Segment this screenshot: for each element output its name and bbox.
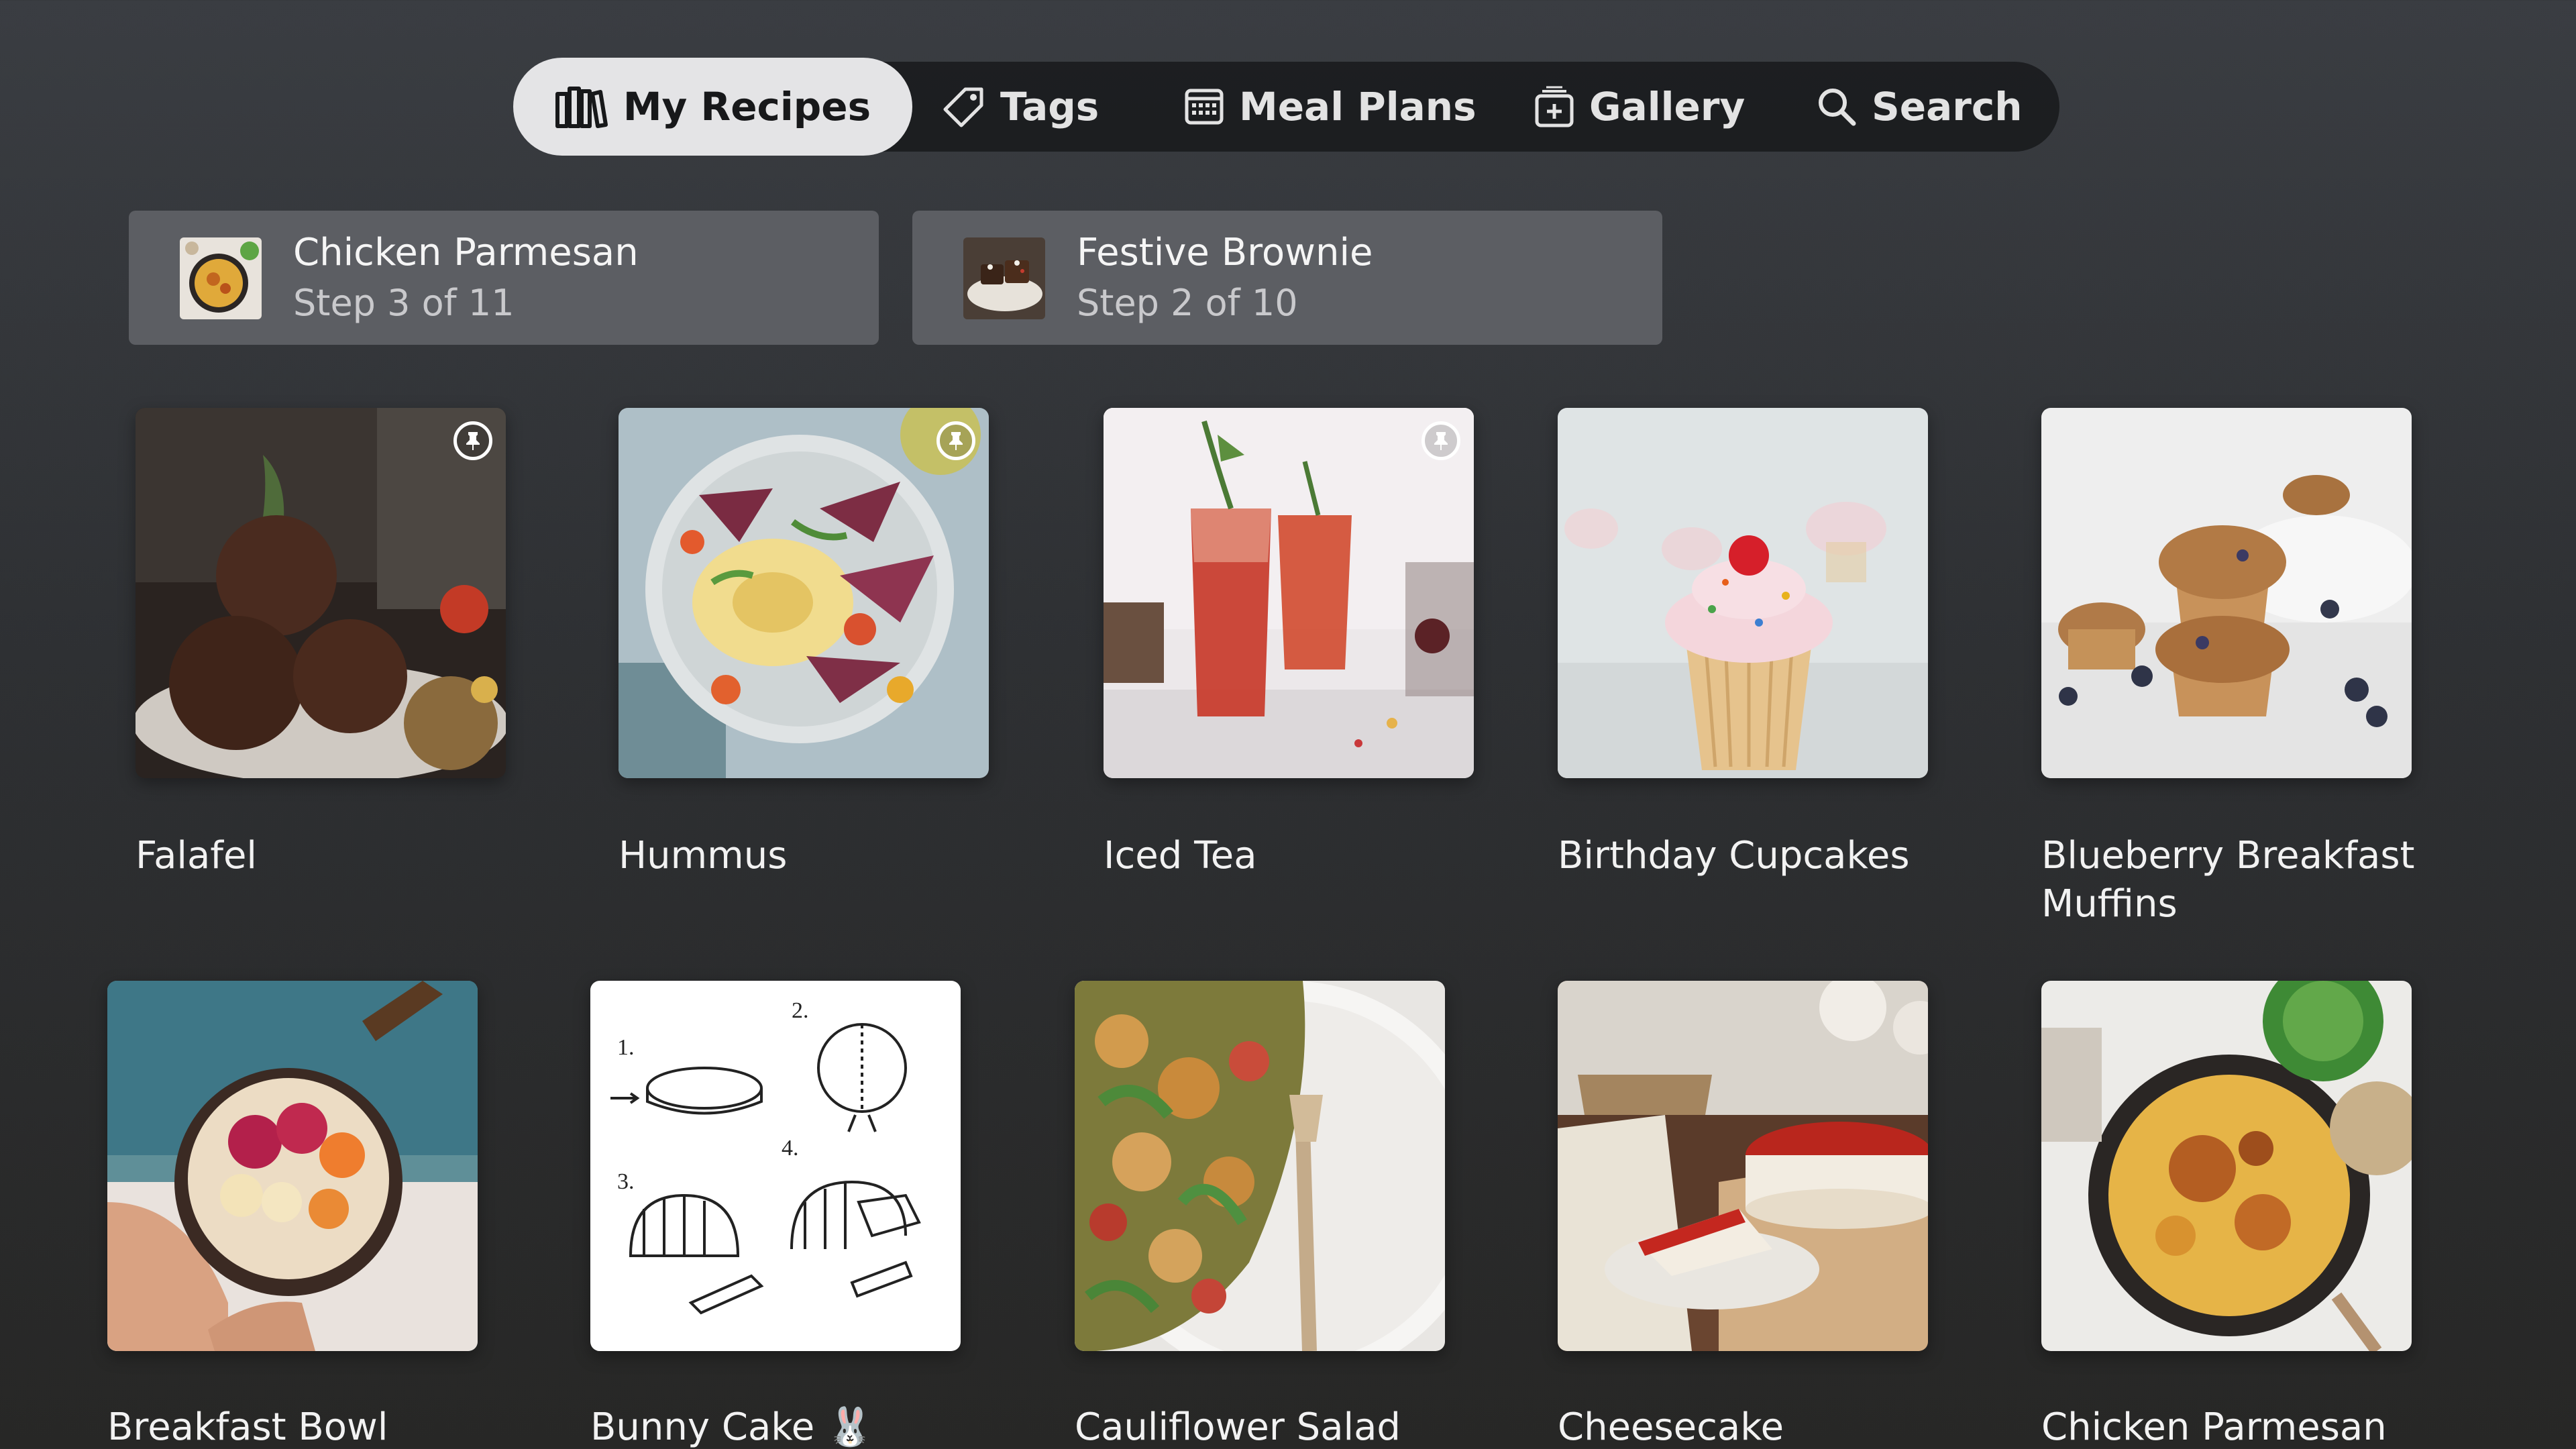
pin-icon[interactable]: [936, 421, 975, 460]
tab-label: Gallery: [1589, 84, 1746, 129]
recipe-tile-cheesecake[interactable]: [1558, 981, 1928, 1351]
recipe-image: [1558, 408, 1928, 778]
recipe-name: Falafel: [136, 834, 257, 877]
recipe-tile-blueberry-breakfast-muffins[interactable]: [2041, 408, 2412, 778]
tab-tags[interactable]: Tags: [943, 62, 1099, 152]
recipe-thumbnail: [963, 237, 1045, 319]
recipe-image: [136, 408, 506, 778]
recipe-tile-bunny-cake[interactable]: 1. 2. 3. 4.: [590, 981, 961, 1351]
tab-label: My Recipes: [623, 84, 871, 129]
gallery-icon: [1534, 85, 1574, 128]
recipe-tile-chicken-parmesan[interactable]: [2041, 981, 2412, 1351]
in-progress-card-chicken-parmesan[interactable]: Chicken Parmesan Step 3 of 11: [129, 211, 879, 345]
recipe-tile-cauliflower-salad[interactable]: [1075, 981, 1445, 1351]
recipe-image: [2041, 408, 2412, 778]
search-icon: [1817, 87, 1857, 127]
svg-text:3.: 3.: [617, 1169, 635, 1194]
recipe-name: Birthday Cupcakes: [1558, 834, 1910, 877]
top-tab-bar: My Recipes Tags Meal Plans Gallery Searc…: [513, 58, 2059, 156]
recipe-name: Bunny Cake 🐰: [590, 1405, 873, 1449]
recipe-name: Hummus: [619, 834, 788, 877]
pin-icon[interactable]: [453, 421, 492, 460]
calendar-icon: [1184, 88, 1224, 125]
recipe-image: [619, 408, 989, 778]
recipe-image: [1104, 408, 1474, 778]
recipe-image: [107, 981, 478, 1351]
recipe-image: [1558, 981, 1928, 1351]
recipe-name: Breakfast Bowl: [107, 1405, 388, 1449]
recipe-tile-breakfast-bowl[interactable]: [107, 981, 478, 1351]
tab-label: Tags: [1000, 84, 1099, 129]
svg-text:2.: 2.: [792, 998, 809, 1023]
recipe-tile-birthday-cupcakes[interactable]: [1558, 408, 1928, 778]
recipe-name: Chicken Parmesan: [2041, 1405, 2387, 1449]
recipe-name: Iced Tea: [1104, 834, 1257, 877]
tab-gallery[interactable]: Gallery: [1534, 62, 1745, 152]
recipe-image: [2041, 981, 2412, 1351]
recipe-tile-falafel[interactable]: [136, 408, 506, 778]
recipe-thumbnail: [180, 237, 262, 319]
svg-text:4.: 4.: [782, 1136, 799, 1161]
recipe-tile-iced-tea[interactable]: [1104, 408, 1474, 778]
tag-icon: [943, 85, 985, 128]
svg-text:1.: 1.: [617, 1035, 635, 1060]
in-progress-title: Festive Brownie: [1077, 231, 1373, 274]
tab-search[interactable]: Search: [1817, 62, 2023, 152]
in-progress-step: Step 3 of 11: [293, 282, 515, 324]
in-progress-step: Step 2 of 10: [1077, 282, 1298, 324]
recipe-name: Blueberry Breakfast Muffins: [2041, 834, 2415, 926]
recipe-tile-hummus[interactable]: [619, 408, 989, 778]
recipe-name: Cauliflower Salad: [1075, 1405, 1401, 1449]
recipe-name: Cheesecake: [1558, 1405, 1784, 1449]
recipe-image: [1075, 981, 1445, 1351]
recipe-image: 1. 2. 3. 4.: [590, 981, 961, 1351]
books-icon: [555, 85, 608, 129]
pin-icon[interactable]: [1421, 421, 1460, 460]
tab-meal-plans[interactable]: Meal Plans: [1184, 62, 1477, 152]
in-progress-title: Chicken Parmesan: [293, 231, 639, 274]
in-progress-card-festive-brownie[interactable]: Festive Brownie Step 2 of 10: [912, 211, 1662, 345]
tab-my-recipes[interactable]: My Recipes: [513, 58, 912, 156]
tab-label: Meal Plans: [1239, 84, 1477, 129]
tab-label: Search: [1872, 84, 2023, 129]
